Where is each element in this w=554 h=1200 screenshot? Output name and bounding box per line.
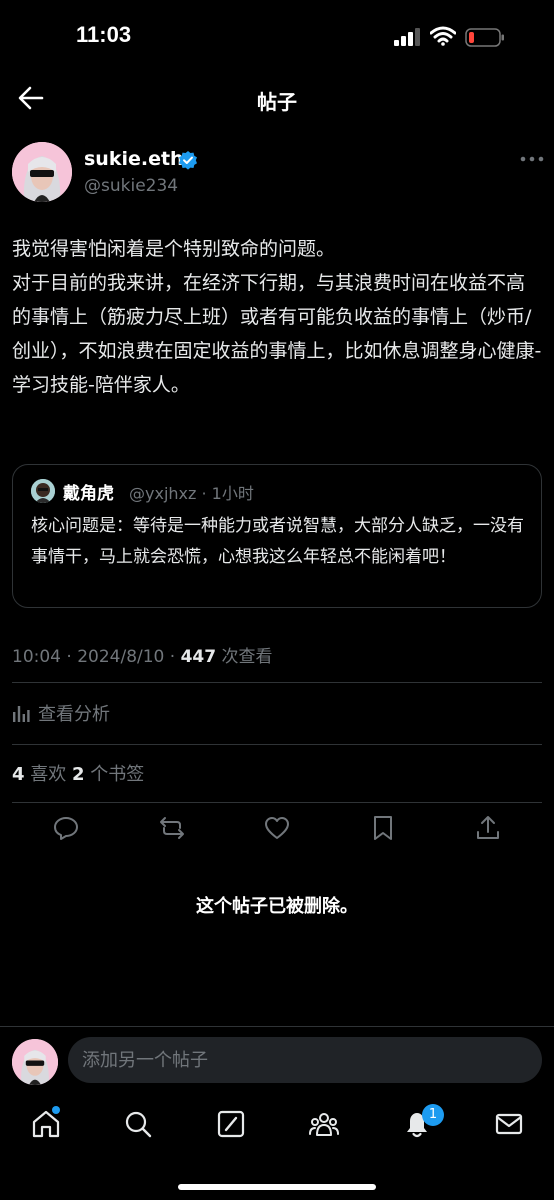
- action-bar: [0, 814, 554, 844]
- bottom-tab-bar: 1: [0, 1094, 554, 1200]
- wifi-icon: [430, 26, 456, 46]
- notification-badge: 1: [422, 1104, 444, 1126]
- own-avatar-illustration: [12, 1039, 58, 1085]
- avatar-illustration: [12, 142, 72, 202]
- likes-count[interactable]: 4: [12, 764, 25, 785]
- top-nav: 帖子: [0, 72, 554, 124]
- grok-icon[interactable]: [215, 1108, 247, 1140]
- divider: [12, 682, 542, 683]
- timestamp-text: 10:04 · 2024/8/10 ·: [12, 647, 181, 667]
- divider: [12, 744, 542, 745]
- verified-badge-icon: [179, 151, 197, 170]
- status-bar: 11:03: [0, 0, 554, 72]
- analytics-label: 查看分析: [38, 704, 110, 725]
- quoted-author-avatar: [31, 479, 55, 503]
- post-body: 我觉得害怕闲着是个特别致命的问题。 对于目前的我来讲，在经济下行期，与其浪费时间…: [12, 238, 542, 396]
- cellular-signal-icon: [394, 28, 420, 46]
- communities-icon[interactable]: [308, 1108, 340, 1140]
- bookmarks-count[interactable]: 2: [72, 764, 85, 785]
- page-title: 帖子: [257, 90, 297, 114]
- home-indicator: [178, 1184, 376, 1190]
- reply-input[interactable]: [68, 1037, 542, 1083]
- analytics-bar-icon: [13, 706, 30, 722]
- quoted-post-text: 核心问题是：等待是一种能力或者说智慧，大部分人缺乏，一没有事情干，马上就会恐慌，…: [31, 516, 524, 567]
- author-handle[interactable]: @sukie234: [84, 176, 178, 196]
- home-unread-dot: [52, 1106, 60, 1114]
- quoted-avatar-illustration: [31, 479, 55, 503]
- bookmark-icon[interactable]: [369, 814, 397, 842]
- reply-composer: [0, 1026, 554, 1094]
- author-name[interactable]: sukie.eth: [84, 148, 184, 170]
- search-icon[interactable]: [122, 1108, 154, 1140]
- divider: [12, 802, 542, 803]
- post-timestamp: 10:04 · 2024/8/10 · 447 次查看: [12, 642, 273, 667]
- likes-label[interactable]: 喜欢: [25, 764, 72, 785]
- author-avatar[interactable]: [12, 142, 72, 202]
- deleted-notice: 这个帖子已被删除。: [196, 896, 358, 917]
- bookmarks-label[interactable]: 个书签: [85, 764, 144, 785]
- views-count: 447: [180, 647, 217, 667]
- more-options-icon[interactable]: [518, 154, 546, 164]
- reply-icon[interactable]: [52, 814, 80, 842]
- status-time: 11:03: [76, 22, 132, 47]
- views-label: 次查看: [216, 647, 273, 667]
- like-heart-icon[interactable]: [263, 814, 291, 842]
- share-icon[interactable]: [474, 814, 502, 842]
- quoted-author-meta: @yxjhxz · 1小时: [129, 484, 254, 503]
- quoted-post[interactable]: 戴角虎 @yxjhxz · 1小时 核心问题是：等待是一种能力或者说智慧，大部分…: [12, 464, 542, 608]
- messages-icon[interactable]: [493, 1108, 525, 1140]
- own-avatar: [12, 1039, 58, 1085]
- engagement-counts: 4 喜欢 2 个书签: [12, 760, 144, 786]
- repost-icon[interactable]: [158, 814, 186, 842]
- battery-low-icon: [465, 28, 504, 47]
- quoted-author-name: 戴角虎: [63, 484, 114, 504]
